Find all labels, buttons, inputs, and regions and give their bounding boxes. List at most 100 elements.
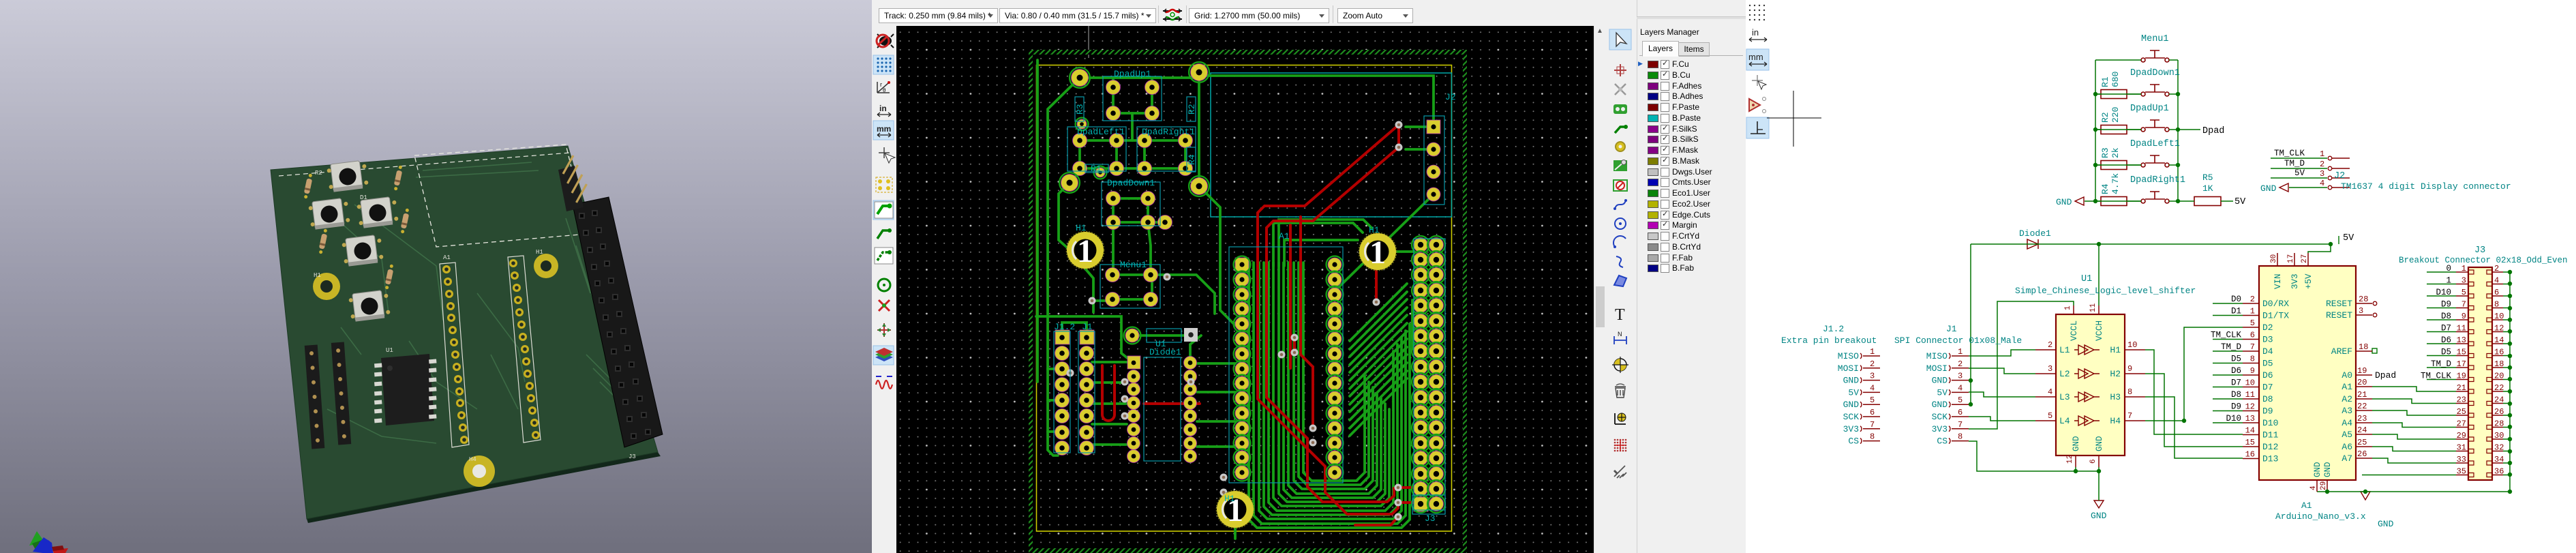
svg-text:R3: R3: [2100, 147, 2110, 158]
svg-text:19: 19: [2457, 372, 2466, 381]
svg-text:D8: D8: [2231, 390, 2241, 400]
svg-text:8: 8: [2250, 355, 2255, 364]
svg-text:5: 5: [1870, 395, 1875, 405]
svg-text:N: N: [1618, 331, 1622, 338]
svg-text:11: 11: [2457, 324, 2466, 333]
svg-text:TM_D: TM_D: [2284, 159, 2305, 168]
svg-text:RESET: RESET: [2326, 310, 2352, 320]
svg-text:13: 13: [2245, 414, 2255, 423]
svg-text:3: 3: [2048, 364, 2052, 374]
svg-text:4: 4: [1870, 383, 1875, 393]
svg-text:MISO: MISO: [1838, 351, 1859, 361]
svg-text:H1: H1: [2110, 345, 2121, 355]
svg-text:25: 25: [2357, 438, 2367, 447]
svg-text:R4: R4: [2100, 183, 2110, 194]
svg-text:7: 7: [2250, 342, 2255, 352]
svg-text:17: 17: [2457, 359, 2466, 369]
svg-text:25: 25: [2457, 407, 2466, 417]
svg-text:H2: H2: [2110, 369, 2121, 379]
svg-text:29: 29: [2457, 431, 2466, 440]
svg-text:26: 26: [2494, 407, 2504, 417]
svg-text:8: 8: [2127, 387, 2132, 397]
svg-text:2k: 2k: [2110, 147, 2121, 158]
svg-text:D10: D10: [2436, 288, 2451, 297]
svg-text:1: 1: [2250, 307, 2255, 316]
svg-text:SCK: SCK: [1932, 412, 1948, 422]
svg-text:22: 22: [2494, 383, 2504, 393]
svg-text:D5: D5: [2262, 359, 2273, 369]
svg-text:GND: GND: [1932, 376, 1948, 386]
svg-text:VCCL: VCCL: [2070, 320, 2079, 341]
svg-text:9: 9: [2250, 366, 2255, 376]
svg-text:D0: D0: [2231, 295, 2241, 304]
svg-text:1: 1: [2320, 149, 2324, 159]
svg-text:R1: R1: [2100, 76, 2110, 87]
svg-text:DpadRight1: DpadRight1: [2130, 175, 2185, 185]
svg-text:6: 6: [1958, 408, 1963, 417]
svg-text:DpadLeft1: DpadLeft1: [1077, 127, 1125, 137]
svg-text:2: 2: [2048, 340, 2052, 350]
svg-text:R2: R2: [1187, 104, 1197, 115]
svg-text:1K: 1K: [2202, 183, 2213, 194]
svg-text:A6: A6: [2342, 442, 2352, 452]
svg-text:16: 16: [2494, 348, 2504, 357]
svg-text:L1: L1: [2059, 345, 2070, 355]
svg-text:TM_CLK: TM_CLK: [2211, 331, 2242, 340]
svg-text:27: 27: [2301, 254, 2309, 263]
svg-text:12: 12: [2245, 402, 2255, 412]
svg-text:D1/TX: D1/TX: [2262, 311, 2289, 321]
svg-text:21: 21: [2457, 383, 2466, 393]
svg-text:D9: D9: [2262, 406, 2273, 417]
svg-text:GND: GND: [2056, 197, 2072, 207]
svg-text:CS: CS: [1848, 436, 1859, 447]
svg-text:in: in: [1752, 27, 1759, 38]
svg-text:DpadUp1: DpadUp1: [2130, 104, 2169, 114]
svg-text:36: 36: [2494, 467, 2504, 477]
svg-text:D4: D4: [2262, 346, 2273, 357]
svg-text:5: 5: [2048, 411, 2052, 421]
svg-text:RESET: RESET: [2326, 299, 2352, 309]
svg-text:H4: H4: [469, 456, 476, 463]
svg-text:A1: A1: [1279, 231, 1290, 241]
svg-text:DpadUp1: DpadUp1: [1114, 69, 1151, 79]
svg-text:5: 5: [2461, 288, 2466, 297]
svg-text:20: 20: [2357, 378, 2367, 387]
svg-text:6: 6: [1870, 408, 1875, 417]
svg-text:1: 1: [2461, 264, 2466, 273]
svg-text:11: 11: [2245, 390, 2255, 400]
svg-text:D5: D5: [2441, 348, 2451, 357]
svg-text:3: 3: [1958, 372, 1963, 381]
svg-text:14: 14: [2494, 335, 2504, 345]
svg-text:1: 1: [1870, 347, 1875, 357]
svg-text:2: 2: [1958, 359, 1963, 369]
svg-text:A3: A3: [2342, 406, 2352, 416]
svg-text:30: 30: [2270, 254, 2278, 263]
svg-text:SPI Connector 01x08_Male: SPI Connector 01x08_Male: [1894, 335, 2022, 346]
svg-text:D3: D3: [2262, 335, 2273, 345]
svg-text:J1: J1: [1082, 322, 1093, 332]
svg-text:Dpad: Dpad: [2375, 370, 2396, 380]
svg-text:D12: D12: [2262, 442, 2278, 452]
svg-text:19: 19: [2357, 366, 2367, 376]
svg-text:Breakout Connector 02x18_Odd_E: Breakout Connector 02x18_Odd_Even: [2399, 256, 2568, 265]
svg-text:A1: A1: [2342, 382, 2352, 392]
svg-text:27: 27: [2457, 419, 2466, 429]
svg-text:12: 12: [2494, 324, 2504, 333]
svg-text:r: r: [880, 81, 882, 88]
svg-text:GND: GND: [2378, 519, 2394, 529]
svg-text:12: 12: [2066, 455, 2074, 464]
svg-text:H4: H4: [2110, 416, 2121, 426]
svg-text:18: 18: [2359, 342, 2368, 352]
svg-text:15: 15: [2245, 438, 2255, 447]
svg-text:GND: GND: [2091, 511, 2107, 521]
svg-text:J2: J2: [2334, 171, 2345, 181]
svg-text:D2: D2: [2262, 323, 2273, 333]
svg-text:28: 28: [2359, 295, 2368, 304]
svg-text:H1: H1: [536, 249, 543, 256]
svg-text:5V: 5V: [2294, 168, 2305, 178]
svg-text:2: 2: [2494, 264, 2499, 273]
svg-text:U1: U1: [1155, 339, 1166, 349]
svg-text:Simple_Chinese_Logic_level_shi: Simple_Chinese_Logic_level_shifter: [2015, 286, 2196, 296]
svg-text:GND: GND: [1932, 400, 1948, 410]
svg-text:U1: U1: [386, 347, 393, 354]
